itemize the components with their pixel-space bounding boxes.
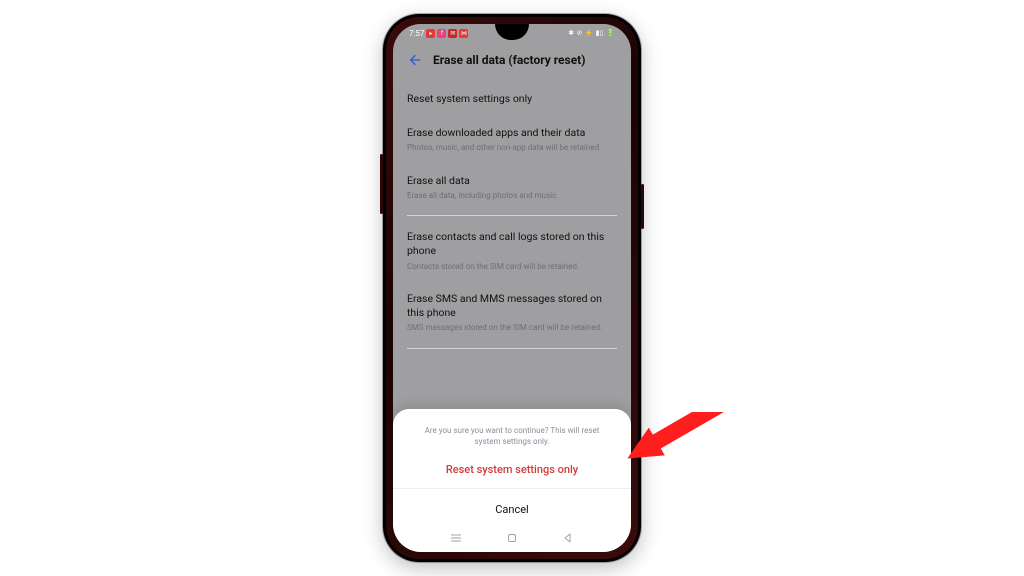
phone-screen: 7:57 ▸ f ✉ ⋈ ✱ ⊘ ⚡ ▮▯ 🔋 Erase all data (… bbox=[393, 24, 631, 552]
option-erase-contacts[interactable]: Erase contacts and call logs stored on t… bbox=[407, 220, 617, 282]
notif-icon: ▸ bbox=[426, 29, 435, 38]
option-sub: Photos, music, and other non-app data wi… bbox=[407, 143, 617, 153]
option-erase-apps[interactable]: Erase downloaded apps and their data Pho… bbox=[407, 116, 617, 164]
status-left: 7:57 ▸ f ✉ ⋈ bbox=[409, 29, 468, 38]
back-nav-icon[interactable] bbox=[562, 532, 574, 544]
option-label: Reset system settings only bbox=[407, 92, 617, 106]
option-label: Erase downloaded apps and their data bbox=[407, 126, 617, 140]
recent-apps-icon[interactable] bbox=[450, 532, 462, 544]
option-reset-system-settings[interactable]: Reset system settings only bbox=[407, 82, 617, 116]
phone-frame: 7:57 ▸ f ✉ ⋈ ✱ ⊘ ⚡ ▮▯ 🔋 Erase all data (… bbox=[383, 14, 641, 562]
page-title: Erase all data (factory reset) bbox=[433, 53, 585, 67]
notif-icon: ✉ bbox=[448, 29, 457, 38]
option-sub: SMS messages stored on the SIM card will… bbox=[407, 323, 617, 333]
power-button bbox=[641, 184, 644, 229]
dialog-message: Are you sure you want to continue? This … bbox=[407, 425, 617, 447]
home-icon[interactable] bbox=[506, 532, 518, 544]
confirm-reset-button[interactable]: Reset system settings only bbox=[407, 447, 617, 488]
status-time: 7:57 bbox=[409, 29, 424, 38]
option-erase-all-data[interactable]: Erase all data Erase all data, including… bbox=[407, 164, 617, 212]
annotation-arrow-icon bbox=[624, 412, 764, 502]
back-icon[interactable] bbox=[407, 52, 423, 68]
option-label: Erase SMS and MMS messages stored on thi… bbox=[407, 292, 617, 320]
status-right: ✱ ⊘ ⚡ ▮▯ 🔋 bbox=[568, 29, 615, 37]
option-sub: Contacts stored on the SIM card will be … bbox=[407, 262, 617, 272]
cancel-button[interactable]: Cancel bbox=[407, 489, 617, 526]
confirm-dialog: Are you sure you want to continue? This … bbox=[393, 409, 631, 552]
status-indicators: ✱ ⊘ ⚡ ▮▯ 🔋 bbox=[568, 29, 615, 37]
divider bbox=[407, 348, 617, 349]
option-label: Erase contacts and call logs stored on t… bbox=[407, 230, 617, 258]
stage: 7:57 ▸ f ✉ ⋈ ✱ ⊘ ⚡ ▮▯ 🔋 Erase all data (… bbox=[0, 0, 1024, 576]
android-nav-bar bbox=[393, 524, 631, 552]
notif-icon: ⋈ bbox=[459, 29, 468, 38]
notif-icon: f bbox=[437, 29, 446, 38]
divider bbox=[407, 215, 617, 216]
option-label: Erase all data bbox=[407, 174, 617, 188]
option-erase-sms[interactable]: Erase SMS and MMS messages stored on thi… bbox=[407, 282, 617, 344]
page-header: Erase all data (factory reset) bbox=[407, 42, 617, 82]
status-bar: 7:57 ▸ f ✉ ⋈ ✱ ⊘ ⚡ ▮▯ 🔋 bbox=[407, 24, 617, 42]
option-sub: Erase all data, including photos and mus… bbox=[407, 191, 617, 201]
volume-button bbox=[380, 154, 383, 214]
